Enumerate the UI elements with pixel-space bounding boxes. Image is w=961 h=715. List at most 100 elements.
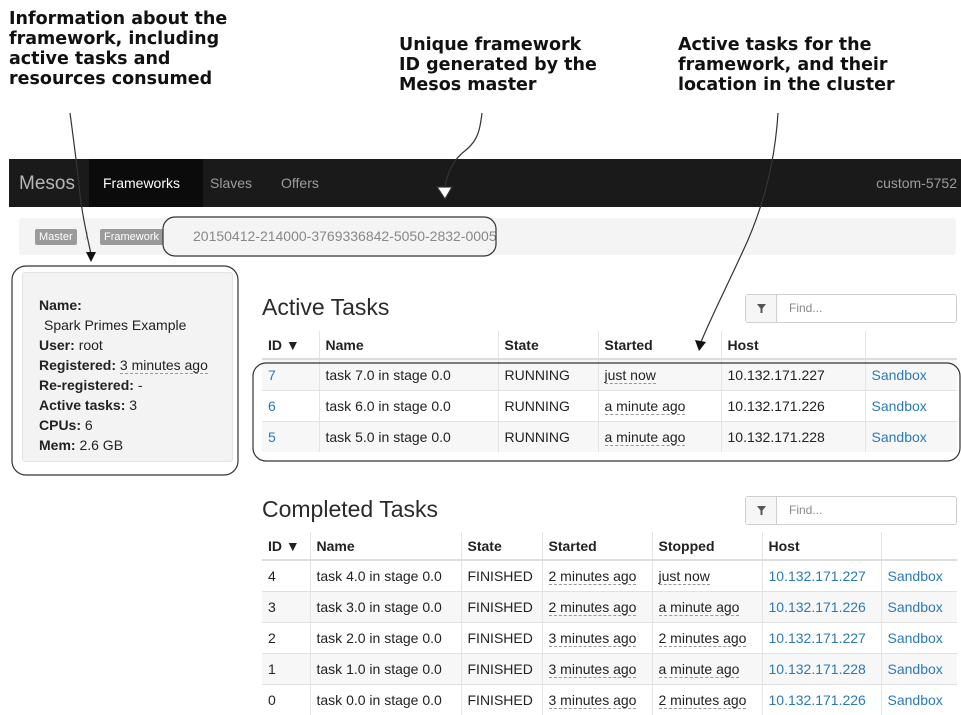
task-stopped: a minute ago — [658, 660, 740, 678]
sandbox-link[interactable]: Sandbox — [888, 692, 943, 708]
col-id[interactable]: ID ▼ — [262, 532, 310, 561]
active-tasks-filter[interactable]: Find... — [745, 294, 957, 323]
task-stopped: 2 minutes ago — [658, 629, 747, 647]
col-name[interactable]: Name — [318, 331, 498, 360]
task-state: FINISHED — [460, 683, 542, 715]
task-name: task 2.0 in stage 0.0 — [309, 621, 461, 653]
callout-active-tasks: Active tasks for the framework, and thei… — [678, 35, 895, 95]
table-row: 5 task 5.0 in stage 0.0 RUNNING a minute… — [262, 420, 957, 452]
host-link[interactable]: 10.132.171.227 — [769, 568, 866, 584]
registered-value: 3 minutes ago — [119, 357, 208, 374]
task-started: 3 minutes ago — [548, 691, 637, 709]
active-tasks-title: Active Tasks — [262, 294, 390, 320]
nav-slaves[interactable]: Slaves — [210, 175, 252, 191]
callout-framework-id: Unique framework ID generated by the Mes… — [399, 35, 597, 95]
task-state: RUNNING — [497, 389, 598, 421]
cluster-name: custom-5752 — [876, 175, 957, 191]
reregistered-value: - — [137, 377, 143, 393]
host-link[interactable]: 10.132.171.228 — [769, 661, 866, 677]
reregistered-label: Re-registered: — [39, 377, 134, 393]
sandbox-link[interactable]: Sandbox — [888, 568, 943, 584]
task-stopped: just now — [658, 567, 710, 585]
user-label: User: — [39, 337, 75, 353]
task-state: FINISHED — [460, 652, 542, 684]
host-link[interactable]: 10.132.171.226 — [769, 692, 866, 708]
task-id: 1 — [262, 652, 310, 684]
framework-id: 20150412-214000-3769336842-5050-2832-000… — [193, 228, 497, 244]
sandbox-link[interactable]: Sandbox — [888, 599, 943, 615]
breadcrumb-separator: / — [85, 229, 89, 243]
mem-label: Mem: — [39, 437, 76, 453]
sandbox-link[interactable]: Sandbox — [872, 367, 927, 383]
task-id: 3 — [262, 590, 310, 622]
breadcrumb-master[interactable]: Master — [35, 229, 77, 245]
cpus-label: CPUs: — [39, 417, 82, 433]
registered-label: Registered: — [39, 357, 117, 373]
active-tasks-value: 3 — [129, 397, 138, 413]
task-id-link[interactable]: 7 — [268, 367, 276, 383]
completed-tasks-filter[interactable]: Find... — [745, 496, 957, 525]
col-started[interactable]: Started — [597, 331, 721, 360]
table-row: 7 task 7.0 in stage 0.0 RUNNING just now… — [262, 358, 957, 390]
task-name: task 5.0 in stage 0.0 — [318, 420, 498, 452]
task-started: 2 minutes ago — [548, 598, 637, 616]
task-host: 10.132.171.227 — [720, 358, 865, 390]
completed-tasks-table: ID ▼ Name State Started Stopped Host 4 t… — [262, 532, 957, 715]
active-tasks-table: ID ▼ Name State Started Host 7 task 7.0 … — [262, 331, 957, 452]
task-stopped: 2 minutes ago — [658, 691, 747, 709]
task-id-link[interactable]: 5 — [268, 429, 276, 445]
user-value: root — [78, 337, 103, 353]
filter-input[interactable]: Find... — [789, 503, 822, 517]
col-host[interactable]: Host — [761, 532, 881, 561]
task-started: a minute ago — [604, 428, 686, 446]
completed-tasks-title: Completed Tasks — [262, 496, 438, 522]
task-started: 2 minutes ago — [548, 567, 637, 585]
host-link[interactable]: 10.132.171.227 — [769, 630, 866, 646]
table-header-row: ID ▼ Name State Started Stopped Host — [262, 532, 957, 561]
mem-value: 2.6 GB — [79, 437, 124, 453]
col-host[interactable]: Host — [720, 331, 865, 360]
table-row: 6 task 6.0 in stage 0.0 RUNNING a minute… — [262, 389, 957, 421]
col-sandbox — [864, 331, 957, 360]
sandbox-link[interactable]: Sandbox — [888, 661, 943, 677]
col-started[interactable]: Started — [541, 532, 652, 561]
filter-icon — [746, 497, 777, 524]
task-name: task 7.0 in stage 0.0 — [318, 358, 498, 390]
nav-frameworks[interactable]: Frameworks — [103, 175, 180, 191]
task-name: task 1.0 in stage 0.0 — [309, 652, 461, 684]
name-label: Name: — [39, 297, 82, 313]
task-stopped: a minute ago — [658, 598, 740, 616]
breadcrumb-framework[interactable]: Framework — [100, 229, 164, 245]
sandbox-link[interactable]: Sandbox — [888, 630, 943, 646]
task-id-link[interactable]: 6 — [268, 398, 276, 414]
sandbox-link[interactable]: Sandbox — [872, 398, 927, 414]
task-id: 2 — [262, 621, 310, 653]
task-started: 3 minutes ago — [548, 660, 637, 678]
filter-icon — [746, 295, 777, 322]
table-header-row: ID ▼ Name State Started Host — [262, 331, 957, 360]
col-stopped[interactable]: Stopped — [651, 532, 762, 561]
task-host: 10.132.171.228 — [720, 420, 865, 452]
task-name: task 0.0 in stage 0.0 — [309, 683, 461, 715]
host-link[interactable]: 10.132.171.226 — [769, 599, 866, 615]
sandbox-link[interactable]: Sandbox — [872, 429, 927, 445]
filter-input[interactable]: Find... — [789, 301, 822, 315]
col-sandbox — [880, 532, 957, 561]
task-state: FINISHED — [460, 621, 542, 653]
nav-offers[interactable]: Offers — [281, 175, 319, 191]
table-row: 2 task 2.0 in stage 0.0 FINISHED 3 minut… — [262, 621, 957, 653]
col-state[interactable]: State — [460, 532, 542, 561]
task-name: task 6.0 in stage 0.0 — [318, 389, 498, 421]
col-state[interactable]: State — [497, 331, 598, 360]
table-row: 0 task 0.0 in stage 0.0 FINISHED 3 minut… — [262, 683, 957, 715]
task-state: RUNNING — [497, 420, 598, 452]
table-row: 3 task 3.0 in stage 0.0 FINISHED 2 minut… — [262, 590, 957, 622]
table-row: 1 task 1.0 in stage 0.0 FINISHED 3 minut… — [262, 652, 957, 684]
col-id[interactable]: ID ▼ — [262, 331, 319, 360]
framework-info-panel: Name: Spark Primes Example User: root Re… — [22, 272, 233, 462]
task-host: 10.132.171.226 — [720, 389, 865, 421]
cpus-value: 6 — [84, 417, 93, 433]
col-name[interactable]: Name — [309, 532, 461, 561]
brand-logo[interactable]: Mesos — [19, 173, 75, 195]
task-started: a minute ago — [604, 397, 686, 415]
